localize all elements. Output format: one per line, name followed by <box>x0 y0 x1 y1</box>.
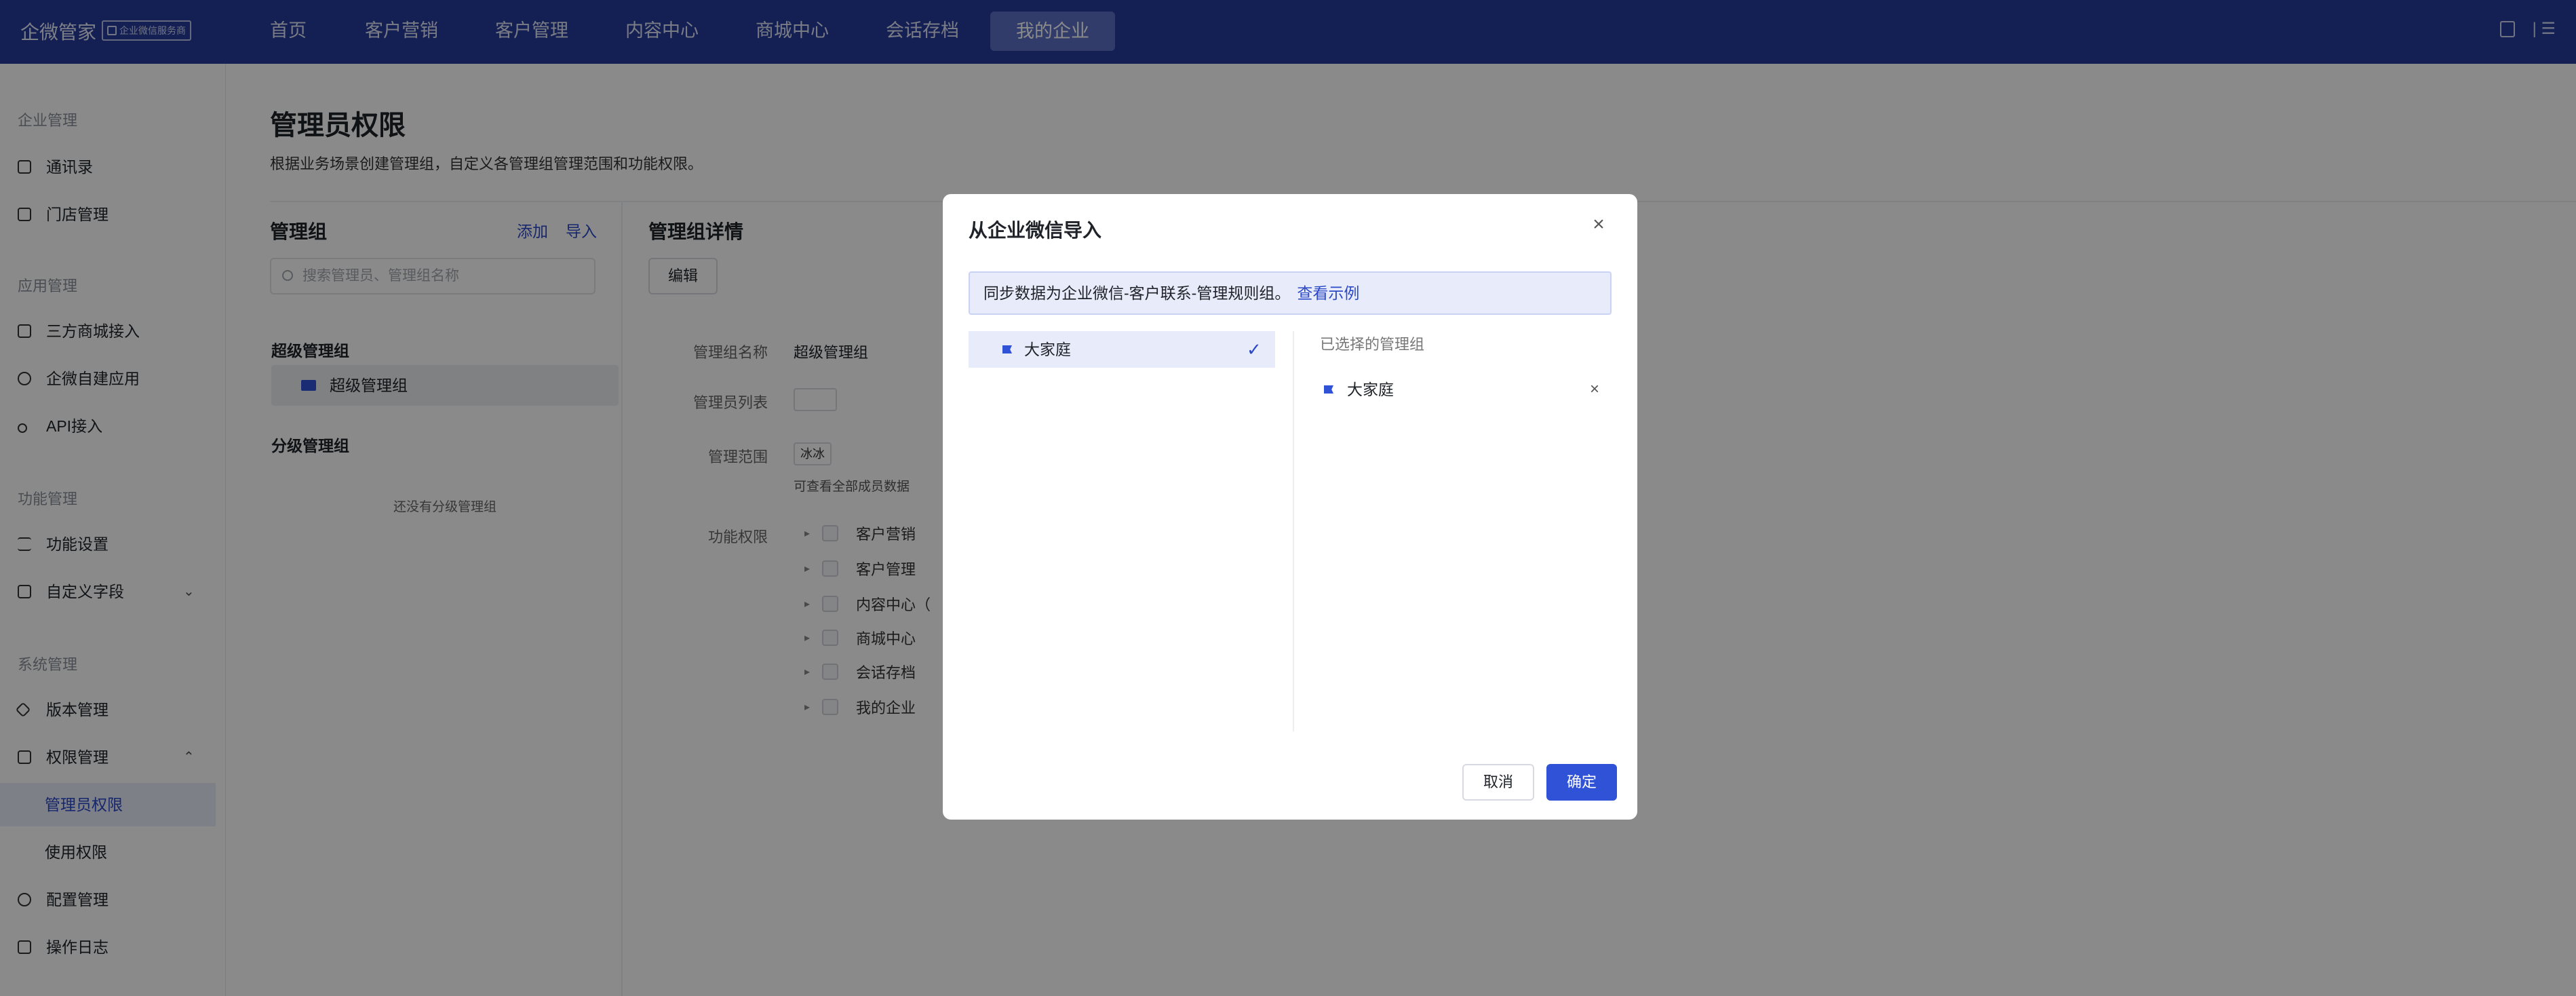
close-icon[interactable]: × <box>1587 213 1610 236</box>
remove-icon[interactable]: × <box>1590 375 1599 404</box>
view-example-link[interactable]: 查看示例 <box>1297 284 1359 302</box>
tree-item-selected[interactable]: 大家庭 ✓ <box>969 331 1275 368</box>
flag-icon <box>1324 385 1333 394</box>
check-icon: ✓ <box>1247 339 1262 360</box>
modal-divider <box>1293 331 1294 731</box>
sync-notice: 同步数据为企业微信-客户联系-管理规则组。 查看示例 <box>969 271 1612 315</box>
tree-item-label: 大家庭 <box>1024 341 1071 358</box>
notice-text: 同步数据为企业微信-客户联系-管理规则组。 <box>983 284 1291 302</box>
flag-icon <box>1002 345 1012 353</box>
selected-item-label: 大家庭 <box>1347 381 1394 398</box>
cancel-button[interactable]: 取消 <box>1462 764 1534 801</box>
import-modal: 从企业微信导入 × 同步数据为企业微信-客户联系-管理规则组。 查看示例 大家庭 … <box>943 194 1637 820</box>
selected-groups-title: 已选择的管理组 <box>1320 336 1425 353</box>
modal-title: 从企业微信导入 <box>969 220 1102 241</box>
selected-group-item: 大家庭 × <box>1320 375 1612 404</box>
confirm-button[interactable]: 确定 <box>1546 764 1617 801</box>
